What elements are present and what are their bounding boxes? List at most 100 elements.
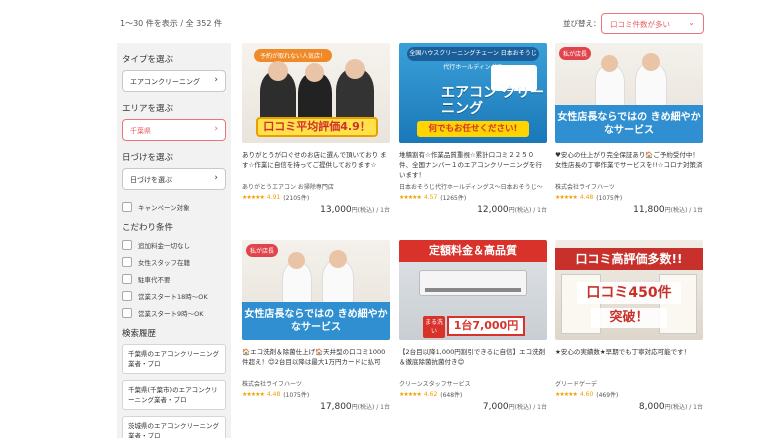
rating: ★★★★★ 4.60 (469件) <box>555 390 703 399</box>
review-count: (1075件) <box>283 392 310 399</box>
checkbox-box[interactable] <box>122 307 132 318</box>
history-link[interactable]: 茨城県のエアコンクリーニング業者・プロ <box>122 416 226 438</box>
area-select-button[interactable]: 千葉県 › <box>122 119 226 141</box>
campaign-checkbox[interactable]: キャンペーン対象 <box>122 198 226 215</box>
condition-checkbox[interactable]: 追加料金一切なし <box>122 236 226 253</box>
condition-checkbox[interactable]: 営業スタート18時〜OK <box>122 287 226 304</box>
type-value: エアコンクリーニング <box>130 78 200 86</box>
thumb-tag: 私が店長 <box>246 244 279 257</box>
price: 12,000円(税込) / 1台 <box>399 205 547 215</box>
staff-photo <box>268 61 288 81</box>
checkbox-box[interactable] <box>122 239 132 250</box>
shop-name[interactable]: 株式会社ライフハーツ <box>555 182 703 191</box>
shop-name[interactable]: 株式会社ライフハーツ <box>242 379 390 388</box>
shop-name[interactable]: 日本おそうじ代行ホールディングス〜日本おそうじ〜 <box>399 182 547 191</box>
checkbox-box[interactable] <box>122 201 132 212</box>
result-count: 1〜30 件を表示 / 全 352 件 <box>120 19 222 28</box>
campaign-label: キャンペーン対象 <box>138 203 190 212</box>
rating-score: 4.48 <box>266 391 281 398</box>
price: 13,000円(税込) / 1台 <box>242 205 390 215</box>
card-thumbnail[interactable]: 定額料金＆高品質 まる洗い 1台7,000円 <box>399 240 547 340</box>
thumb-title: 口コミ450件 <box>577 282 681 304</box>
aircon-illustration <box>419 270 527 296</box>
service-card[interactable]: 口コミ高評価多数!! 口コミ450件 突破！ ★安心の実績数★早期でも丁寧対応可… <box>555 240 703 412</box>
price-value: 7,000 <box>482 402 509 412</box>
condition-label: 駐車代不要 <box>138 275 171 284</box>
service-card[interactable]: 全国ハウスクリーニングチェーン 日本おそうじ代行ホールディングス エアコン クリ… <box>399 43 547 215</box>
checkbox-box[interactable] <box>122 290 132 301</box>
area-value: 千葉県 <box>130 127 151 135</box>
star-icons: ★★★★★ <box>555 194 578 201</box>
card-description[interactable]: 堆積割有☆作業品質重視☆累計口コミ２２５０件、全国ナンバー１のエアコンクリーニン… <box>399 150 547 180</box>
history-link[interactable]: 千葉県(千葉市)のエアコンクリーニング業者・プロ <box>122 380 226 410</box>
aircon-illustration <box>425 288 521 292</box>
condition-checkbox[interactable]: 営業スタート9時〜OK <box>122 304 226 321</box>
history-link[interactable]: 千葉県のエアコンクリーニング業者・プロ <box>122 344 226 374</box>
thumb-tag: 口コミ高評価多数!! <box>555 248 703 270</box>
price-value: 8,000 <box>638 402 665 412</box>
card-description[interactable]: ありがとうが口ぐせのお店に選んで頂いており ます☆作業に自信を持ってご提供してお… <box>242 150 390 180</box>
review-count: (1265件) <box>440 195 467 202</box>
shop-name[interactable]: グリードゲーデ <box>555 379 703 388</box>
review-count: (2105件) <box>283 195 310 202</box>
service-card[interactable]: 私が店長 女性店長ならではの きめ細やかなサービス 🏠エコ洗剤＆除菌仕上げ🏠天井… <box>242 240 390 412</box>
condition-label: 営業スタート18時〜OK <box>138 292 208 301</box>
price-unit: 円(税込) / 1台 <box>508 207 547 214</box>
thumb-badge: 女性店長ならではの きめ細やかなサービス <box>555 105 703 143</box>
staff-photo <box>305 63 324 82</box>
checkbox-box[interactable] <box>122 273 132 284</box>
price-unit: 円(税込) / 1台 <box>351 404 390 411</box>
condition-checkbox[interactable]: 駐車代不要 <box>122 270 226 287</box>
star-icons: ★★★★★ <box>242 194 265 201</box>
rating-score: 4.57 <box>423 194 438 201</box>
staff-photo <box>601 55 618 72</box>
condition-label: 営業スタート9時〜OK <box>138 309 204 318</box>
price: 11,800円(税込) / 1台 <box>555 205 703 215</box>
sort-select[interactable]: 口コミ件数が多い ⌄ <box>601 13 704 34</box>
shop-name[interactable]: クリーンスタッフサービス <box>399 379 547 388</box>
thumb-badge: 口コミ平均評価4.9！ <box>256 117 378 137</box>
thumb-title: エアコン クリーニング <box>441 85 544 117</box>
card-description[interactable]: ★安心の実績数★早期でも丁寧対応可能です！ <box>555 347 703 377</box>
price-unit: 円(税込) / 1台 <box>351 207 390 214</box>
card-thumbnail[interactable]: 私が店長 女性店長ならではの きめ細やかなサービス <box>242 240 390 340</box>
card-thumbnail[interactable]: 全国ハウスクリーニングチェーン 日本おそうじ代行ホールディングス エアコン クリ… <box>399 43 547 143</box>
card-description[interactable]: ♥安心の仕上がり完全保証あり🏠ご予約受付中！女性店長の丁寧作業でサービスを!!☆… <box>555 150 703 180</box>
condition-checkbox[interactable]: 女性スタッフ在籍 <box>122 253 226 270</box>
date-heading: 日づけを選ぶ <box>122 153 174 163</box>
price-unit: 円(税込) / 1台 <box>664 404 703 411</box>
star-icons: ★★★★★ <box>399 391 422 398</box>
sort-label: 並び替え： <box>563 19 601 28</box>
filter-sidebar: タイプを選ぶ エアコンクリーニング › エリアを選ぶ 千葉県 › 日づけを選ぶ … <box>117 43 231 438</box>
service-card[interactable]: 定額料金＆高品質 まる洗い 1台7,000円 【2台目以降1,000円割引できる… <box>399 240 547 412</box>
date-value: 日づけを選ぶ <box>130 176 172 184</box>
thumb-badge: 突破！ <box>591 308 667 328</box>
type-select-button[interactable]: エアコンクリーニング › <box>122 70 226 92</box>
conditions-heading: こだわり条件 <box>122 223 174 233</box>
date-select-button[interactable]: 日づけを選ぶ › <box>122 168 226 190</box>
thumb-tag: 定額料金＆高品質 <box>399 240 547 262</box>
type-heading: タイプを選ぶ <box>122 55 174 65</box>
shop-name[interactable]: ありがとうエアコン お掃除専門店 <box>242 182 390 191</box>
card-thumbnail[interactable]: 予約が取れない人気店！ 口コミ平均評価4.9！ <box>242 43 390 143</box>
results-header: 1〜30 件を表示 / 全 352 件 並び替え： 口コミ件数が多い ⌄ <box>0 0 778 44</box>
service-card[interactable]: 予約が取れない人気店！ 口コミ平均評価4.9！ ありがとうが口ぐせのお店に選んで… <box>242 43 390 215</box>
thumb-badge: 何でもお任せください! <box>417 121 529 137</box>
star-icons: ★★★★★ <box>242 391 265 398</box>
sort-value: 口コミ件数が多い <box>610 20 670 29</box>
service-card[interactable]: 私が店長 女性店長ならではの きめ細やかなサービス ♥安心の仕上がり完全保証あり… <box>555 43 703 215</box>
review-count: (648件) <box>440 392 463 399</box>
chevron-right-icon: › <box>214 75 218 85</box>
thumb-tag: 予約が取れない人気店！ <box>254 49 333 62</box>
card-description[interactable]: 🏠エコ洗剤＆除菌仕上げ🏠天井型の口コミ1000件超え！😊2台目以降は最大1万円カ… <box>242 347 390 377</box>
card-thumbnail[interactable]: 口コミ高評価多数!! 口コミ450件 突破！ <box>555 240 703 340</box>
condition-label: 追加料金一切なし <box>138 241 190 250</box>
rating: ★★★★★ 4.57 (1265件) <box>399 193 547 202</box>
chevron-right-icon: › <box>214 124 218 134</box>
rating-score: 4.91 <box>266 194 281 201</box>
chevron-down-icon: ⌄ <box>688 18 695 27</box>
card-description[interactable]: 【2台目以降1,000円割引できるに自信】エコ洗剤＆徹底除菌抗菌付き😊 <box>399 347 547 377</box>
star-icons: ★★★★★ <box>555 391 578 398</box>
card-thumbnail[interactable]: 私が店長 女性店長ならではの きめ細やかなサービス <box>555 43 703 143</box>
checkbox-box[interactable] <box>122 256 132 267</box>
